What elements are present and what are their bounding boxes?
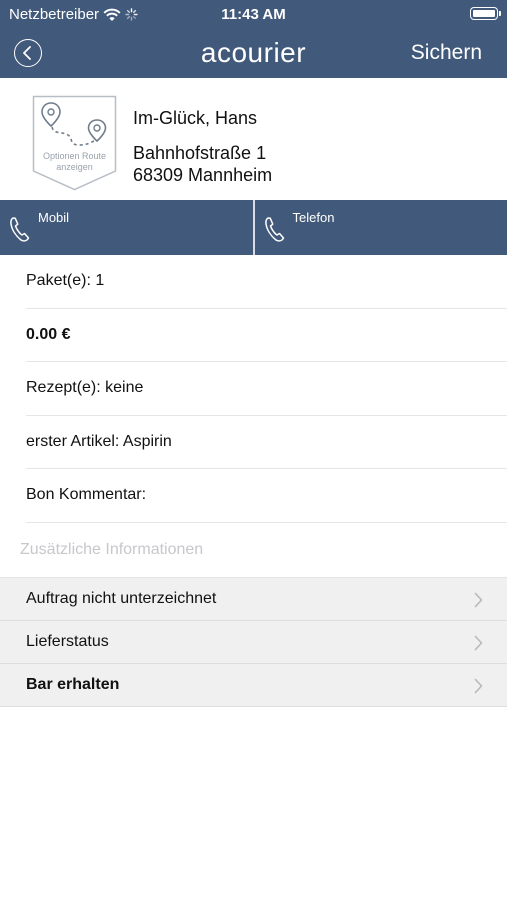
- call-phone-button[interactable]: Telefon: [252, 200, 507, 255]
- customer-city: 68309 Mannheim: [133, 165, 273, 185]
- menu-item-label: Bar erhalten: [26, 676, 120, 693]
- phone-icon: [264, 217, 284, 242]
- navigation-bar: acourier Sichern: [0, 28, 507, 78]
- customer-name: Im-Glück, Hans: [133, 108, 258, 128]
- menu-item-unsigned-order[interactable]: Auftrag nicht unterzeichnet: [0, 578, 507, 621]
- receipt-comment-row: Bon Kommentar:: [26, 469, 507, 523]
- save-button[interactable]: Sichern: [411, 41, 482, 65]
- menu-item-label: Auftrag nicht unterzeichnet: [26, 590, 217, 607]
- amount-row: 0.00 €: [26, 309, 507, 362]
- status-bar: Netzbetreiber 11:43 AM: [0, 0, 507, 28]
- order-details: Paket(e): 1 0.00 € Rezept(e): keine erst…: [0, 255, 507, 523]
- options-menu: Auftrag nicht unterzeichnet Lieferstatus…: [0, 577, 507, 707]
- chevron-right-icon: [474, 635, 483, 651]
- route-map-icon: [32, 95, 117, 191]
- battery-icon: [470, 7, 501, 20]
- chevron-right-icon: [474, 592, 483, 608]
- customer-header: Optionen Route anzeigen Im-Glück, Hans B…: [0, 78, 507, 200]
- call-mobile-label: Mobil: [38, 210, 70, 225]
- status-time: 11:43 AM: [221, 6, 286, 23]
- call-bar: Mobil Telefon: [0, 200, 507, 255]
- first-item-row: erster Artikel: Aspirin: [26, 416, 507, 469]
- call-phone-label: Telefon: [292, 210, 335, 225]
- menu-item-label: Lieferstatus: [26, 633, 109, 650]
- phone-icon: [10, 217, 30, 242]
- additional-info-header: Zusätzliche Informationen: [20, 541, 204, 558]
- call-mobile-button[interactable]: Mobil: [0, 200, 253, 255]
- prescriptions-row: Rezept(e): keine: [26, 362, 507, 416]
- chevron-right-icon: [474, 678, 483, 694]
- show-route-label: Optionen Route anzeigen: [42, 151, 107, 172]
- customer-street: Bahnhofstraße 1: [133, 143, 267, 163]
- menu-item-delivery-status[interactable]: Lieferstatus: [0, 621, 507, 664]
- menu-item-cash-received[interactable]: Bar erhalten: [0, 664, 507, 707]
- packages-row: Paket(e): 1: [26, 255, 507, 309]
- show-route-button[interactable]: Optionen Route anzeigen: [32, 95, 117, 191]
